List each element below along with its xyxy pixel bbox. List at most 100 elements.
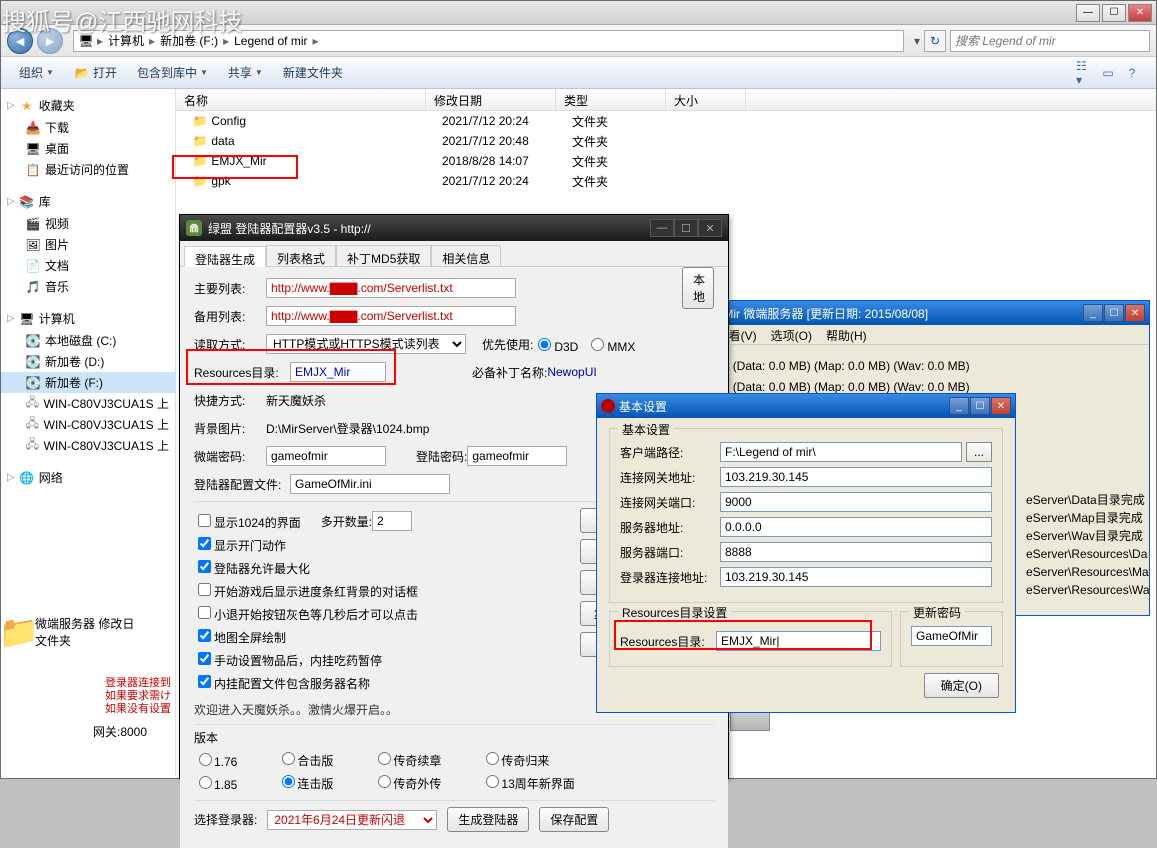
- update-pwd-input[interactable]: [911, 626, 992, 646]
- breadcrumb-seg[interactable]: Legend of mir: [232, 34, 309, 48]
- tab-generate[interactable]: 登陆器生成: [184, 246, 266, 267]
- toolbar-include[interactable]: 包含到库中 ▼: [129, 61, 216, 84]
- dialog-titlebar[interactable]: ⋒ 绿盟 登陆器配置器v3.5 - http:// — ☐ ✕: [180, 215, 728, 241]
- minimize-button[interactable]: _: [949, 397, 969, 415]
- sidebar-library-header[interactable]: ▷📚库: [1, 190, 175, 213]
- tab-info[interactable]: 相关信息: [431, 245, 501, 266]
- window-titlebar[interactable]: 基本设置 _ ☐ ✕: [597, 394, 1015, 418]
- sidebar-item-network-drive[interactable]: 🖧WIN-C80VJ3CUA1S 上: [1, 393, 175, 414]
- sidebar-item-drive-f[interactable]: 💽新加卷 (F:): [1, 372, 175, 393]
- window-titlebar[interactable]: GameOfMir 微端服务器 [更新日期: 2015/08/08] _ ☐ ✕: [656, 301, 1149, 325]
- sidebar-item-recent[interactable]: 📋最近访问的位置: [1, 159, 175, 180]
- menu-help[interactable]: 帮助(H): [826, 327, 867, 342]
- col-header-date[interactable]: 修改日期: [426, 89, 556, 110]
- minimize-button[interactable]: —: [650, 219, 674, 237]
- sidebar-favorites-header[interactable]: ▷★收藏夹: [1, 94, 175, 117]
- tab-list-format[interactable]: 列表格式: [266, 245, 336, 266]
- breadcrumb-seg[interactable]: 新加卷 (F:): [158, 32, 220, 49]
- ver-lianji[interactable]: 连击版: [277, 772, 333, 792]
- close-button[interactable]: ✕: [698, 219, 722, 237]
- nav-back-button[interactable]: ◄: [7, 28, 33, 54]
- toolbar-share[interactable]: 共享 ▼: [220, 61, 271, 84]
- prefer-d3d[interactable]: D3D: [533, 335, 578, 354]
- check-maximize[interactable]: 登陆器允许最大化: [194, 557, 310, 577]
- login-addr-input[interactable]: [720, 567, 992, 587]
- refresh-button[interactable]: ↻: [924, 30, 946, 52]
- close-button[interactable]: ✕: [991, 397, 1011, 415]
- client-path-input[interactable]: [720, 442, 962, 462]
- select-login-dropdown[interactable]: 2021年6月24日更新闪退: [267, 810, 437, 830]
- breadcrumb-seg[interactable]: 计算机: [106, 32, 146, 49]
- check-door[interactable]: 显示开门动作: [194, 534, 286, 554]
- col-header-size[interactable]: 大小: [666, 89, 746, 110]
- col-header-name[interactable]: 名称: [176, 89, 426, 110]
- maximize-button[interactable]: ☐: [1102, 4, 1126, 22]
- check-fullscreen[interactable]: 地图全屏绘制: [194, 626, 286, 646]
- check-1024[interactable]: 显示1024的界面: [194, 511, 301, 531]
- backup-list-input[interactable]: [266, 306, 516, 326]
- ver-176[interactable]: 1.76: [194, 750, 237, 769]
- ver-cqwz[interactable]: 传奇外传: [373, 772, 441, 792]
- sidebar-item-network-drive[interactable]: 🖧WIN-C80VJ3CUA1S 上: [1, 414, 175, 435]
- tab-md5[interactable]: 补丁MD5获取: [336, 245, 431, 266]
- check-delay-btn[interactable]: 小退开始按钮灰色等几秒后才可以点击: [194, 603, 418, 623]
- close-button[interactable]: ✕: [1125, 304, 1145, 322]
- save-config-button[interactable]: 保存配置: [539, 807, 609, 832]
- sidebar-item-desktop[interactable]: 🖥桌面: [1, 138, 175, 159]
- srv-port-input[interactable]: [720, 542, 992, 562]
- col-header-type[interactable]: 类型: [556, 89, 666, 110]
- search-input[interactable]: [950, 30, 1150, 52]
- file-row[interactable]: 📁 data2021/7/12 20:48文件夹: [176, 131, 1156, 151]
- prefer-mmx[interactable]: MMX: [586, 335, 635, 354]
- maximize-button[interactable]: ☐: [1104, 304, 1124, 322]
- check-pause-drug[interactable]: 手动设置物品后，内挂吃药暂停: [194, 649, 382, 669]
- sidebar-item-pictures[interactable]: 🖼图片: [1, 234, 175, 255]
- close-button[interactable]: ✕: [1128, 4, 1152, 22]
- main-list-input[interactable]: [266, 278, 516, 298]
- sidebar-item-drive-c[interactable]: 💽本地磁盘 (C:): [1, 330, 175, 351]
- toolbar-new-folder[interactable]: 新建文件夹: [275, 61, 351, 84]
- sidebar-computer-header[interactable]: ▷🖥计算机: [1, 307, 175, 330]
- confirm-button[interactable]: 确定(O): [924, 673, 999, 698]
- toolbar-organize[interactable]: 组织 ▼: [11, 61, 62, 84]
- nav-forward-button[interactable]: ►: [37, 28, 63, 54]
- gw-port-input[interactable]: [720, 492, 992, 512]
- sidebar-item-videos[interactable]: 🎬视频: [1, 213, 175, 234]
- sidebar-item-network-drive[interactable]: 🖧WIN-C80VJ3CUA1S 上: [1, 435, 175, 456]
- srv-addr-input[interactable]: [720, 517, 992, 537]
- menu-options[interactable]: 选项(O): [771, 327, 812, 342]
- minimize-button[interactable]: _: [1083, 304, 1103, 322]
- browse-button[interactable]: ...: [966, 442, 992, 462]
- breadcrumb[interactable]: 🖥 ▸ 计算机 ▸ 新加卷 (F:) ▸ Legend of mir ▸: [73, 30, 904, 52]
- toolbar-open[interactable]: 📂打开: [66, 61, 125, 84]
- help-icon[interactable]: ?: [1124, 65, 1140, 81]
- sidebar-item-drive-d[interactable]: 💽新加卷 (D:): [1, 351, 175, 372]
- micro-pwd-input[interactable]: [266, 446, 386, 466]
- maximize-button[interactable]: ☐: [970, 397, 990, 415]
- check-progress[interactable]: 开始游戏后显示进度条红背景的对话框: [194, 580, 418, 600]
- sidebar-item-downloads[interactable]: 📥下载: [1, 117, 175, 138]
- highlight-annotation: [614, 620, 872, 650]
- file-row[interactable]: 📁 EMJX_Mir2018/8/28 14:07文件夹: [176, 151, 1156, 171]
- file-row[interactable]: 📁 Config2021/7/12 20:24文件夹: [176, 111, 1156, 131]
- check-include-server[interactable]: 内挂配置文件包含服务器名称: [194, 672, 370, 692]
- gw-addr-input[interactable]: [720, 467, 992, 487]
- multi-open-input[interactable]: [372, 511, 412, 531]
- sidebar-network-header[interactable]: ▷🌐网络: [1, 466, 175, 489]
- ver-13zn[interactable]: 13周年新界面: [481, 772, 574, 792]
- locate-button[interactable]: 本地: [682, 267, 714, 309]
- ver-185[interactable]: 1.85: [194, 773, 237, 792]
- ver-cqgr[interactable]: 传奇归来: [481, 749, 549, 769]
- login-pwd-input[interactable]: [467, 446, 567, 466]
- ver-heji[interactable]: 合击版: [277, 749, 333, 769]
- preview-pane-icon[interactable]: ▭: [1100, 65, 1116, 81]
- file-row[interactable]: 📁 gpk2021/7/12 20:24文件夹: [176, 171, 1156, 191]
- sidebar-item-music[interactable]: 🎵音乐: [1, 276, 175, 297]
- ver-cqxz[interactable]: 传奇续章: [373, 749, 441, 769]
- sidebar-item-docs[interactable]: 📄文档: [1, 255, 175, 276]
- config-file-input[interactable]: [290, 474, 450, 494]
- maximize-button[interactable]: ☐: [674, 219, 698, 237]
- generate-button[interactable]: 生成登陆器: [447, 807, 529, 832]
- view-options-icon[interactable]: ☷ ▾: [1076, 65, 1092, 81]
- minimize-button[interactable]: —: [1076, 4, 1100, 22]
